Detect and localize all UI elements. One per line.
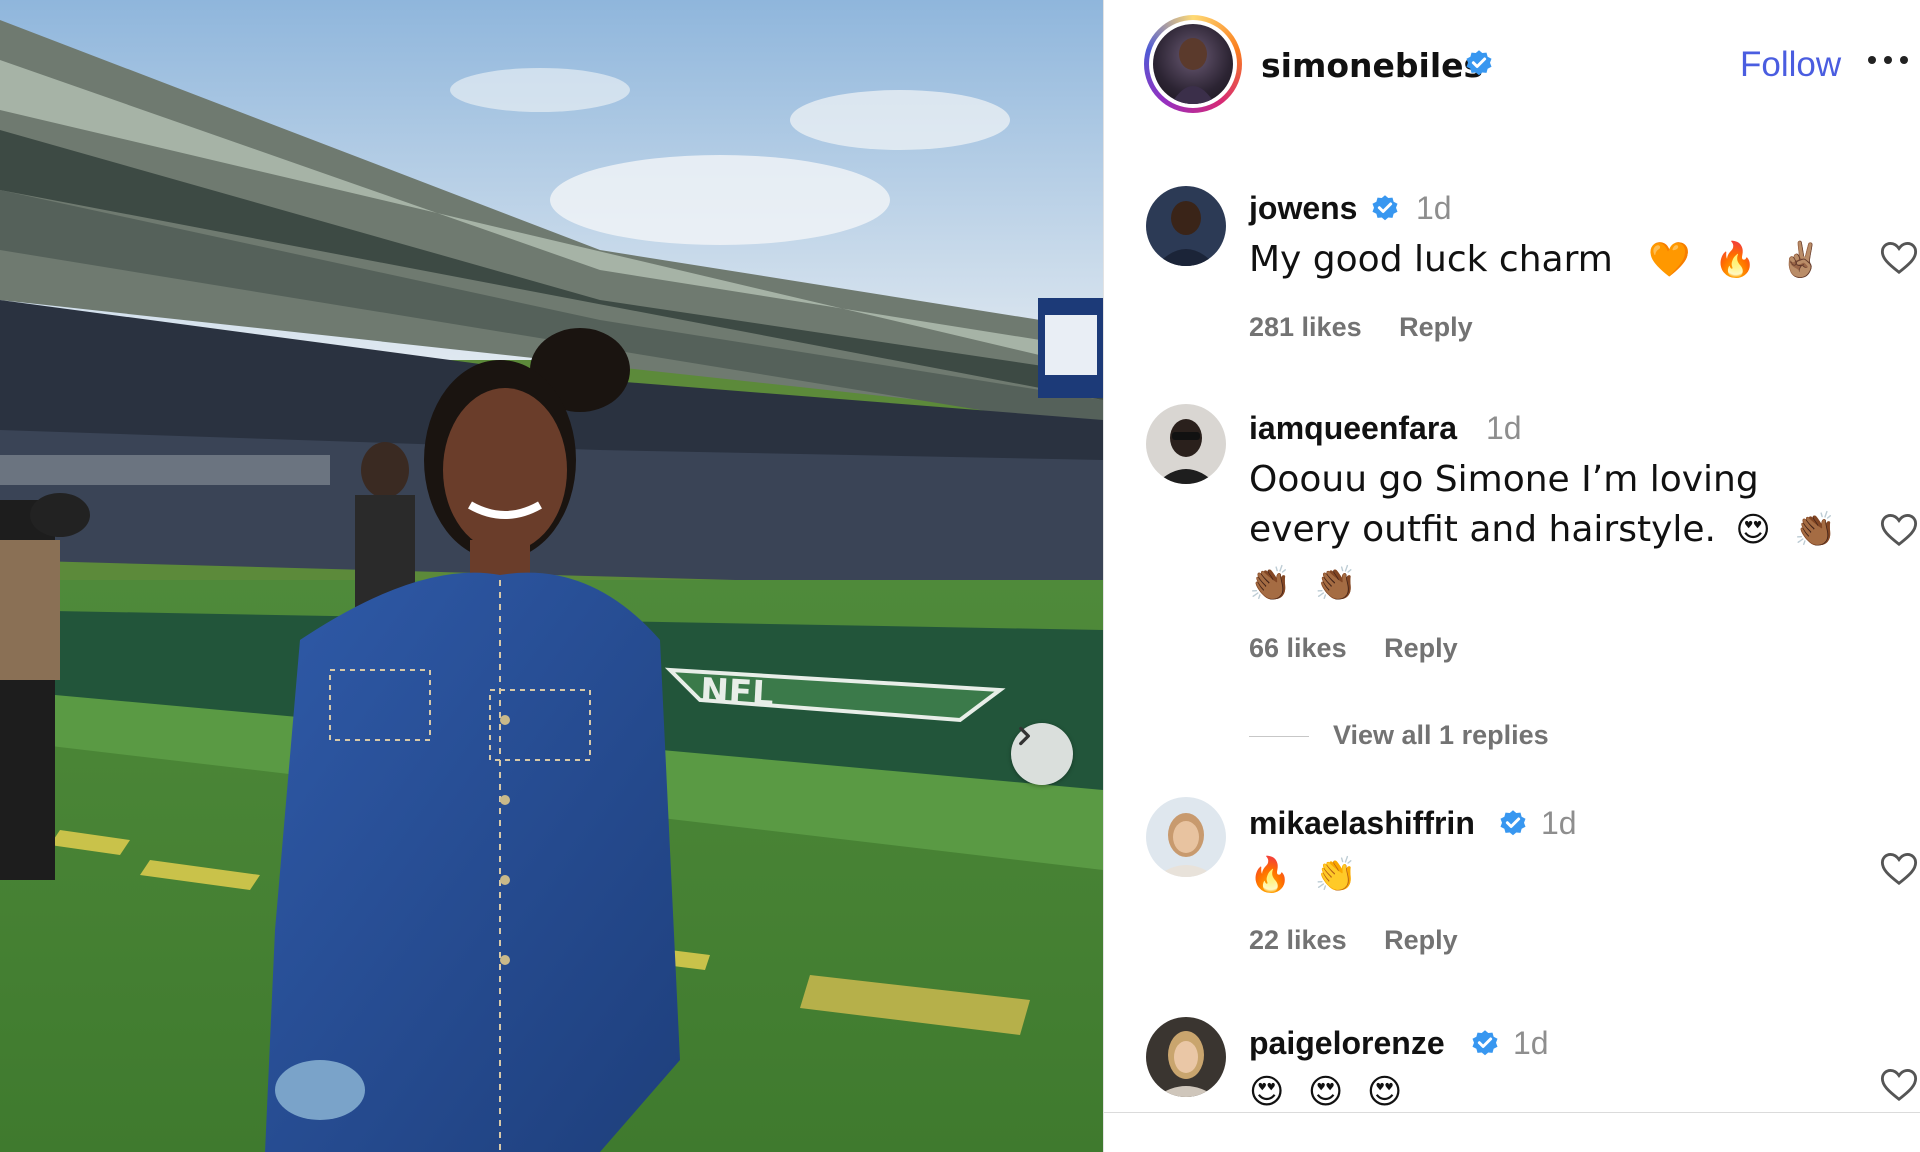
- carousel-next-button[interactable]: [1011, 723, 1073, 785]
- like-heart-icon[interactable]: [1880, 240, 1918, 276]
- replies-divider: [1249, 736, 1309, 738]
- fire-emoji: 🔥: [1249, 855, 1292, 895]
- comment-timestamp: 1d: [1541, 805, 1577, 841]
- verified-badge-icon: [1500, 810, 1526, 836]
- comment-text: 🔥 👏: [1249, 850, 1849, 900]
- commenter-username[interactable]: mikaelashiffrin: [1249, 805, 1475, 842]
- comment-text: Ooouu go Simone I’m loving every outfit …: [1249, 455, 1849, 609]
- comment-text: 😍 😍 😍: [1249, 1067, 1849, 1117]
- commenter-avatar[interactable]: [1146, 186, 1226, 266]
- like-heart-icon[interactable]: [1880, 1067, 1918, 1103]
- commenter-username[interactable]: paigelorenze: [1249, 1025, 1445, 1062]
- like-heart-icon[interactable]: [1880, 512, 1918, 548]
- comments-panel: simonebiles Follow jowens 1d My good luc…: [1103, 0, 1920, 1152]
- comment-body-line: every outfit and hairstyle.: [1249, 509, 1716, 550]
- comment-text: My good luck charm 🧡 🔥 ✌🏽: [1249, 235, 1849, 285]
- verified-badge-icon: [1466, 50, 1492, 76]
- more-options-icon[interactable]: [1866, 54, 1910, 66]
- owner-username[interactable]: simonebiles: [1261, 46, 1483, 85]
- reply-button[interactable]: Reply: [1384, 633, 1458, 663]
- comment-meta: 22 likes Reply: [1249, 925, 1488, 956]
- clapping-hands-emoji: 👏🏾: [1794, 510, 1837, 550]
- post-header: simonebiles Follow: [1104, 0, 1920, 130]
- comment-likes[interactable]: 281 likes: [1249, 312, 1362, 342]
- verified-badge-icon: [1372, 195, 1398, 221]
- comment-body: My good luck charm: [1249, 239, 1613, 280]
- orange-heart-emoji: 🧡: [1648, 240, 1691, 280]
- panel-divider: [1104, 1112, 1920, 1113]
- reply-button[interactable]: Reply: [1399, 312, 1473, 342]
- post-photo[interactable]: NFL: [0, 0, 1103, 1152]
- commenter-username[interactable]: jowens: [1249, 190, 1357, 227]
- comment-timestamp: 1d: [1416, 190, 1452, 226]
- heart-eyes-emoji: 😍: [1307, 1072, 1344, 1112]
- commenter-username[interactable]: iamqueenfara: [1249, 410, 1457, 447]
- chevron-right-icon: [1019, 726, 1030, 746]
- comment-likes[interactable]: 66 likes: [1249, 633, 1347, 663]
- comment-timestamp: 1d: [1486, 410, 1522, 446]
- owner-avatar[interactable]: [1144, 15, 1242, 113]
- commenter-avatar[interactable]: [1146, 1017, 1226, 1097]
- verified-badge-icon: [1472, 1030, 1498, 1056]
- heart-eyes-emoji: 😍: [1735, 510, 1771, 550]
- view-replies-label: View all 1 replies: [1333, 720, 1549, 750]
- follow-button[interactable]: Follow: [1740, 45, 1841, 85]
- comment-timestamp: 1d: [1513, 1025, 1549, 1061]
- like-heart-icon[interactable]: [1880, 851, 1918, 887]
- heart-eyes-emoji: 😍: [1249, 1072, 1285, 1112]
- stadium-photo: NFL: [0, 0, 1103, 1152]
- commenter-avatar[interactable]: [1146, 797, 1226, 877]
- fire-emoji: 🔥: [1714, 240, 1757, 280]
- comment-meta: 281 likes Reply: [1249, 312, 1503, 343]
- victory-hand-emoji: ✌🏽: [1779, 240, 1823, 280]
- comment-meta: 66 likes Reply: [1249, 633, 1488, 664]
- reply-button[interactable]: Reply: [1384, 925, 1458, 955]
- comment-body-line: Ooouu go Simone I’m loving: [1249, 459, 1759, 500]
- comment-likes[interactable]: 22 likes: [1249, 925, 1347, 955]
- heart-eyes-emoji: 😍: [1366, 1072, 1403, 1112]
- clapping-hands-emoji: 👏: [1314, 855, 1358, 895]
- clapping-hands-emoji: 👏🏾: [1249, 564, 1292, 604]
- clapping-hands-emoji: 👏🏾: [1314, 564, 1358, 604]
- commenter-avatar[interactable]: [1146, 404, 1226, 484]
- field-logo-text: NFL: [699, 671, 774, 715]
- view-replies-button[interactable]: View all 1 replies: [1249, 720, 1549, 751]
